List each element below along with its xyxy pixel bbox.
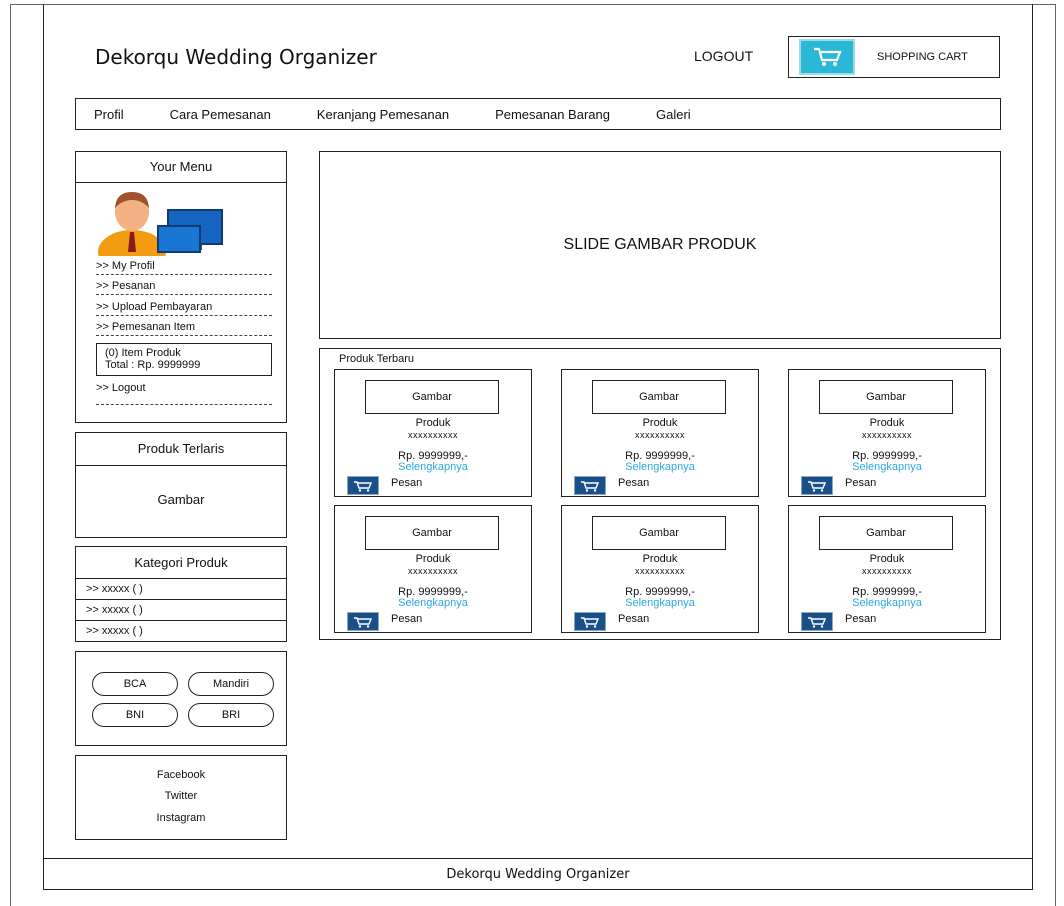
shopping-cart-button[interactable]: SHOPPING CART <box>788 36 1000 78</box>
shopping-cart-icon <box>799 39 855 75</box>
product-image[interactable]: Gambar <box>365 380 499 414</box>
best-seller-image[interactable]: Gambar <box>76 492 286 507</box>
order-button[interactable]: Pesan <box>618 477 649 489</box>
menu-item-upload-pembayaran[interactable]: >> Upload Pembayaran <box>96 301 272 316</box>
order-cart-icon[interactable] <box>347 476 379 495</box>
main-nav: Profil Cara Pemesanan Keranjang Pemesana… <box>75 98 1001 130</box>
product-card: Gambar Produk xxxxxxxxxx Rp. 9999999,- Selen… <box>788 369 986 497</box>
social-twitter-link[interactable]: Twitter <box>76 790 286 802</box>
product-slider[interactable]: SLIDE GAMBAR PRODUK <box>319 151 1001 339</box>
category-item[interactable]: >> xxxxx ( ) <box>76 620 286 642</box>
nav-item-cara-pemesanan[interactable]: Cara Pemesanan <box>170 107 271 122</box>
product-card: Gambar Produk xxxxxxxxxx Rp. 9999999,- Selen… <box>561 369 759 497</box>
product-name: Produk <box>415 553 451 565</box>
order-cart-icon[interactable] <box>801 476 833 495</box>
menu-item-logout[interactable]: >> Logout <box>96 382 272 405</box>
category-item[interactable]: >> xxxxx ( ) <box>76 599 286 621</box>
nav-item-keranjang-pemesanan[interactable]: Keranjang Pemesanan <box>317 107 449 122</box>
bank-bni-button[interactable]: BNI <box>92 703 178 727</box>
nav-item-pemesanan-barang[interactable]: Pemesanan Barang <box>495 107 610 122</box>
product-details-link[interactable]: Selengkapnya <box>562 597 758 609</box>
social-panel: Facebook Twitter Instagram <box>75 755 287 840</box>
bank-mandiri-button[interactable]: Mandiri <box>188 672 274 696</box>
product-details-link[interactable]: Selengkapnya <box>335 597 531 609</box>
product-details-link[interactable]: Selengkapnya <box>789 461 985 473</box>
slide-placeholder-text: SLIDE GAMBAR PRODUK <box>563 236 757 253</box>
product-card: Gambar Produk xxxxxxxxxx Rp. 9999999,- Selen… <box>334 369 532 497</box>
product-code: xxxxxxxxxx <box>408 430 458 440</box>
product-image[interactable]: Gambar <box>365 516 499 550</box>
order-button[interactable]: Pesan <box>391 613 422 625</box>
bank-bca-button[interactable]: BCA <box>92 672 178 696</box>
product-code: xxxxxxxxxx <box>862 566 912 576</box>
order-cart-icon[interactable] <box>574 476 606 495</box>
product-image[interactable]: Gambar <box>819 380 953 414</box>
product-name: Produk <box>869 553 905 565</box>
bank-panel: BCA Mandiri BNI BRI <box>75 651 287 746</box>
cart-summary-items: (0) Item Produk <box>105 347 181 359</box>
user-avatar-icon <box>96 188 246 274</box>
newest-products-title: Produk Terbaru <box>339 353 415 365</box>
order-cart-icon[interactable] <box>801 612 833 631</box>
product-name: Produk <box>642 417 678 429</box>
order-button[interactable]: Pesan <box>618 613 649 625</box>
cart-summary-total: Total : Rp. 9999999 <box>105 359 201 371</box>
footer: Dekorqu Wedding Organizer <box>43 858 1033 890</box>
product-image[interactable]: Gambar <box>819 516 953 550</box>
bank-bri-button[interactable]: BRI <box>188 703 274 727</box>
product-card: Gambar Produk xxxxxxxxxx Rp. 9999999,- Selen… <box>788 505 986 633</box>
cart-summary: (0) Item Produk Total : Rp. 9999999 <box>96 343 272 376</box>
product-name: Produk <box>415 417 451 429</box>
menu-item-pesanan[interactable]: >> Pesanan <box>96 280 272 295</box>
order-cart-icon[interactable] <box>574 612 606 631</box>
category-panel: Kategori Produk >> xxxxx ( ) >> xxxxx ( … <box>75 546 287 642</box>
product-code: xxxxxxxxxx <box>635 430 685 440</box>
product-card: Gambar Produk xxxxxxxxxx Rp. 9999999,- Selen… <box>561 505 759 633</box>
order-button[interactable]: Pesan <box>845 477 876 489</box>
order-button[interactable]: Pesan <box>391 477 422 489</box>
product-image[interactable]: Gambar <box>592 516 726 550</box>
best-seller-panel: Produk Terlaris Gambar <box>75 432 287 538</box>
order-cart-icon[interactable] <box>347 612 379 631</box>
nav-item-profil[interactable]: Profil <box>94 107 124 122</box>
shopping-cart-label: SHOPPING CART <box>877 51 968 63</box>
menu-item-pemesanan-item[interactable]: >> Pemesanan Item <box>96 321 272 336</box>
social-instagram-link[interactable]: Instagram <box>76 812 286 824</box>
user-menu-panel: Your Menu >> My Profil >> Pesanan >> Upl… <box>75 151 287 423</box>
product-name: Produk <box>869 417 905 429</box>
site-title: Dekorqu Wedding Organizer <box>95 45 377 69</box>
product-code: xxxxxxxxxx <box>635 566 685 576</box>
logout-link[interactable]: LOGOUT <box>694 48 753 64</box>
product-card: Gambar Produk xxxxxxxxxx Rp. 9999999,- Selen… <box>334 505 532 633</box>
product-details-link[interactable]: Selengkapnya <box>335 461 531 473</box>
user-menu-title: Your Menu <box>149 159 213 174</box>
category-title: Kategori Produk <box>134 555 228 570</box>
product-details-link[interactable]: Selengkapnya <box>562 461 758 473</box>
best-seller-title: Produk Terlaris <box>137 441 225 456</box>
product-name: Produk <box>642 553 678 565</box>
product-code: xxxxxxxxxx <box>862 430 912 440</box>
order-button[interactable]: Pesan <box>845 613 876 625</box>
footer-text: Dekorqu Wedding Organizer <box>446 866 630 882</box>
category-item[interactable]: >> xxxxx ( ) <box>76 578 286 600</box>
product-code: xxxxxxxxxx <box>408 566 458 576</box>
product-details-link[interactable]: Selengkapnya <box>789 597 985 609</box>
menu-item-my-profil[interactable]: >> My Profil <box>96 260 272 275</box>
social-facebook-link[interactable]: Facebook <box>76 769 286 781</box>
nav-item-galeri[interactable]: Galeri <box>656 107 691 122</box>
product-image[interactable]: Gambar <box>592 380 726 414</box>
